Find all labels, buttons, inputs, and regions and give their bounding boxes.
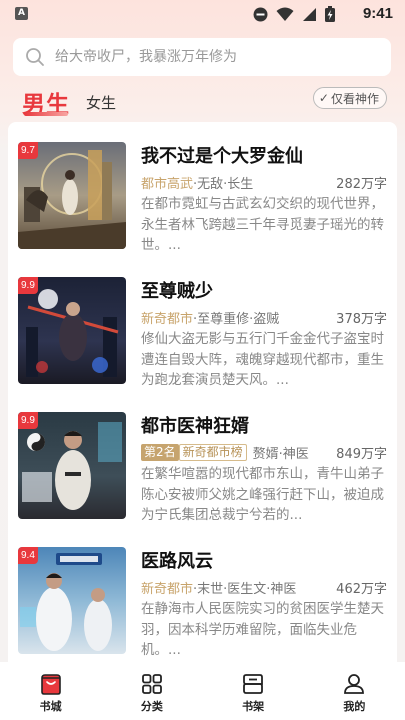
book-meta: 第2名 新奇都市榜 赘婿·神医 849万字 (141, 443, 387, 462)
word-count: 462万字 (336, 582, 387, 597)
book-cover[interactable]: 9.7 (18, 142, 126, 249)
word-count: 282万字 (336, 177, 387, 192)
book-tags: ·末世·医生文·神医 (193, 581, 297, 597)
book-category[interactable]: 新奇都市 (141, 578, 193, 597)
book-meta: 都市高武 ·无敌·长生 282万字 (141, 173, 387, 193)
book-item[interactable]: 9.9 都市医神狂婿 第2名 新奇都市榜 赘婿·神医 849万字 在繁华喧嚣的现… (8, 412, 397, 532)
bookshelf-icon (243, 674, 264, 694)
book-cover[interactable]: 9.4 (18, 547, 126, 654)
rating-badge: 9.9 (18, 412, 38, 429)
book-tags: 赘婿·神医 (252, 446, 309, 462)
book-title[interactable]: 都市医神狂婿 (141, 412, 249, 438)
check-icon: ✓ (318, 91, 329, 105)
book-meta: 新奇都市 ·末世·医生文·神医 462万字 (141, 578, 387, 598)
nav-label: 书架 (242, 700, 265, 713)
book-item[interactable]: 9.4 医路风云 新奇都市 ·末世·医生文·神医 462万字 在静海市人民医院实… (8, 547, 397, 662)
status-icons (253, 6, 335, 22)
word-count: 849万字 (336, 447, 387, 462)
nav-profile[interactable]: 我的 (304, 662, 405, 720)
bottom-navigation: 书城 分类 书架 我的 (0, 662, 405, 720)
nav-bookstore[interactable]: 书城 (0, 662, 101, 720)
active-tab-indicator (24, 112, 68, 116)
nav-bookshelf[interactable]: 书架 (203, 662, 304, 720)
book-title[interactable]: 至尊贼少 (141, 277, 213, 303)
tab-female[interactable]: 女生 (86, 92, 116, 113)
rating-badge: 9.4 (18, 547, 38, 564)
book-description: 在繁华喧嚣的现代都市东山，青牛山弟子陈心安被师父姚之峰强行赶下山，被迫成为宁氏集… (141, 466, 384, 523)
status-bar: A 9:41 (0, 0, 405, 30)
search-input[interactable] (55, 38, 375, 76)
word-count: 378万字 (336, 312, 387, 327)
book-item[interactable]: 9.7 我不过是个大罗金仙 都市高武 ·无敌·长生 282万字 在都市霓虹与古武… (8, 142, 397, 262)
book-tags: ·无敌·长生 (193, 176, 254, 192)
book-title[interactable]: 我不过是个大罗金仙 (141, 142, 303, 168)
wifi-icon (276, 7, 294, 21)
book-list: 9.7 我不过是个大罗金仙 都市高武 ·无敌·长生 282万字 在都市霓虹与古武… (8, 122, 397, 662)
rank-list-link[interactable]: 新奇都市榜 (178, 443, 247, 461)
status-time: 9:41 (362, 5, 393, 22)
book-meta: 新奇都市 ·至尊重修·盗贼 378万字 (141, 308, 387, 328)
book-item[interactable]: 9.9 至尊贼少 新奇都市 ·至尊重修·盗贼 378万字 修仙大盗无影与五行门千… (8, 277, 397, 397)
book-cover[interactable]: 9.9 (18, 277, 126, 384)
rank-badge: 第2名 (141, 443, 179, 461)
nav-label: 分类 (140, 700, 163, 713)
filter-label: 仅看神作 (330, 91, 379, 106)
battery-charging-icon (325, 6, 335, 22)
book-description: 在静海市人民医院实习的贫困医学生楚天羽，因本科学历难留院，面临失业危机。... (141, 601, 384, 658)
category-grid-icon (141, 674, 162, 694)
book-category[interactable]: 都市高武 (141, 173, 193, 192)
search-bar[interactable] (13, 38, 391, 76)
signal-icon (303, 7, 316, 21)
book-cover[interactable]: 9.9 (18, 412, 126, 519)
bookstore-icon (40, 674, 61, 695)
search-icon[interactable] (25, 47, 45, 67)
nav-label: 我的 (343, 700, 366, 713)
book-tags: ·至尊重修·盗贼 (193, 311, 280, 327)
book-description: 在都市霓虹与古武玄幻交织的现代世界，永生者林飞跨越三千年寻觅妻子瑶光的转世。..… (141, 196, 384, 253)
profile-icon (344, 674, 365, 694)
nav-category[interactable]: 分类 (101, 662, 202, 720)
rating-badge: 9.9 (18, 277, 38, 294)
book-description: 修仙大盗无影与五行门千金金代子盗宝时遭连自毁大阵，魂魄穿越现代都市，重生为跑龙套… (141, 331, 384, 388)
book-title[interactable]: 医路风云 (141, 547, 213, 573)
rating-badge: 9.7 (18, 142, 38, 159)
do-not-disturb-icon (253, 7, 268, 21)
book-category[interactable]: 新奇都市 (141, 308, 193, 327)
masterpiece-filter-toggle[interactable]: ✓ 仅看神作 (312, 87, 387, 109)
nav-label: 书城 (39, 700, 62, 713)
app-notification-icon: A (15, 7, 28, 20)
